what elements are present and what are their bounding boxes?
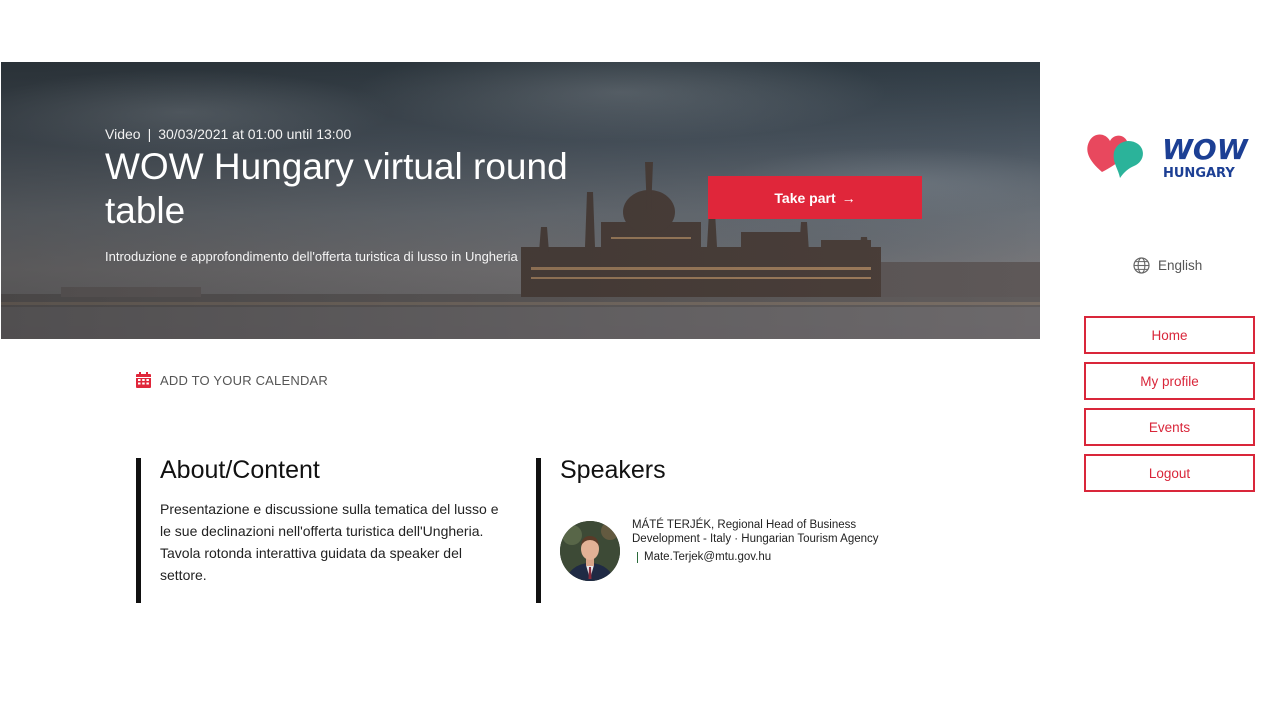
take-part-label: Take part [774,189,836,206]
nav-logout-button[interactable]: Logout [1084,454,1255,492]
divider [637,551,638,563]
speaker-email-row: Mate.Terjek@mtu.gov.hu [632,551,882,563]
hero-banner: Video | 30/03/2021 at 01:00 until 13:00 WO… [1,62,1040,339]
language-label: English [1158,258,1203,273]
event-subtitle: Introduzione e approfondimento dell'offe… [105,249,518,264]
add-to-calendar-link[interactable]: ADD TO YOUR CALENDAR [136,372,328,388]
meta-separator: | [147,126,152,142]
nav-home-button[interactable]: Home [1084,316,1255,354]
globe-icon [1133,257,1150,274]
speaker-photo [560,521,620,581]
arrow-right-icon: → [841,189,856,206]
calendar-icon [136,372,151,388]
logo-text-hungary: HUNGARY [1163,166,1235,181]
speakers-heading: Speakers [560,456,666,484]
about-text: Presentazione e discussione sulla temati… [160,501,499,583]
event-date: 30/03/2021 at 01:00 until 13:00 [158,126,352,142]
logo-text-wow: WOW [1162,133,1249,166]
about-heading: About/Content [160,456,320,484]
add-to-calendar-label: ADD TO YOUR CALENDAR [160,372,328,388]
speaker-name: MÁTÉ TERJÉK, Regional Head of Business D… [632,519,879,545]
speakers-section: Speakers MÁTÉ TERJÉK, Regional Head of B… [536,456,916,603]
avatar [560,521,620,581]
event-meta: Video | 30/03/2021 at 01:00 until 13:00 [105,126,351,142]
speaker-card: MÁTÉ TERJÉK, Regional Head of Business D… [560,518,882,581]
event-title: WOW Hungary virtual round table [105,146,568,231]
about-section: About/Content Presentazione e discussion… [136,456,516,603]
speaker-email-link[interactable]: Mate.Terjek@mtu.gov.hu [644,551,771,563]
language-selector[interactable]: English [1133,257,1202,274]
nav-events-button[interactable]: Events [1084,408,1255,446]
wow-hungary-logo[interactable]: WOW HUNGARY [1084,128,1256,182]
speaker-info: MÁTÉ TERJÉK, Regional Head of Business D… [632,518,882,581]
event-type: Video [105,126,141,142]
page: Video | 30/03/2021 at 01:00 until 13:00 WO… [0,0,1280,720]
take-part-button[interactable]: Take part → [708,176,922,219]
nav-my-profile-button[interactable]: My profile [1084,362,1255,400]
